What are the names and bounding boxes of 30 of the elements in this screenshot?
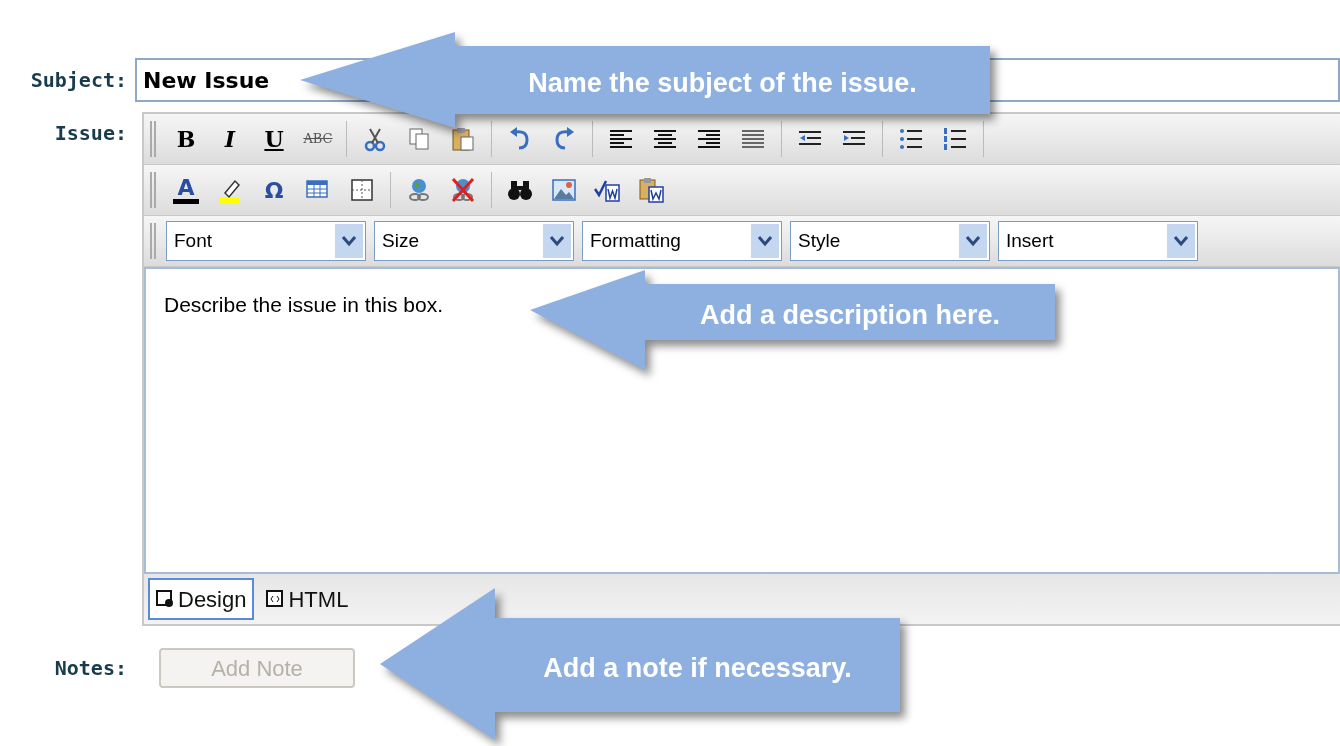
- chevron-down-icon: [965, 235, 981, 247]
- underline-button[interactable]: U: [254, 120, 294, 158]
- callout-text: Name the subject of the issue.: [527, 67, 918, 100]
- issue-label: Issue:: [53, 120, 128, 147]
- toolbar-grip[interactable]: [150, 223, 156, 259]
- dropdown-select[interactable]: Font: [166, 221, 366, 261]
- dropdown-select[interactable]: Size: [374, 221, 574, 261]
- subject-label: Subject:: [29, 67, 128, 94]
- chevron-down-icon: [757, 235, 773, 247]
- design-view-icon: [156, 590, 174, 608]
- callout-text: Add a note if necessary.: [542, 652, 853, 685]
- toolbar-grip[interactable]: [150, 172, 156, 208]
- dropdown-select[interactable]: Style: [790, 221, 990, 261]
- chevron-down-icon: [1173, 235, 1189, 247]
- special-character-button[interactable]: Ω: [254, 171, 294, 209]
- callout-text: Add a description here.: [698, 299, 1002, 332]
- strike-button[interactable]: ABC: [298, 120, 338, 158]
- toolbar-grip[interactable]: [150, 121, 156, 157]
- notes-label: Notes:: [53, 655, 128, 682]
- editor-text: Describe the issue in this box.: [164, 293, 443, 316]
- dropdown-select[interactable]: Insert: [998, 221, 1198, 261]
- dropdown-select[interactable]: Formatting: [582, 221, 782, 261]
- bold-button[interactable]: B: [166, 120, 206, 158]
- chevron-down-icon: [341, 235, 357, 247]
- font-color-button[interactable]: A: [166, 171, 206, 209]
- chevron-down-icon: [549, 235, 565, 247]
- code-view-icon: [266, 590, 285, 608]
- html-mode-tab[interactable]: HTML: [258, 578, 357, 620]
- italic-button[interactable]: I: [210, 120, 250, 158]
- design-mode-tab[interactable]: Design: [148, 578, 255, 620]
